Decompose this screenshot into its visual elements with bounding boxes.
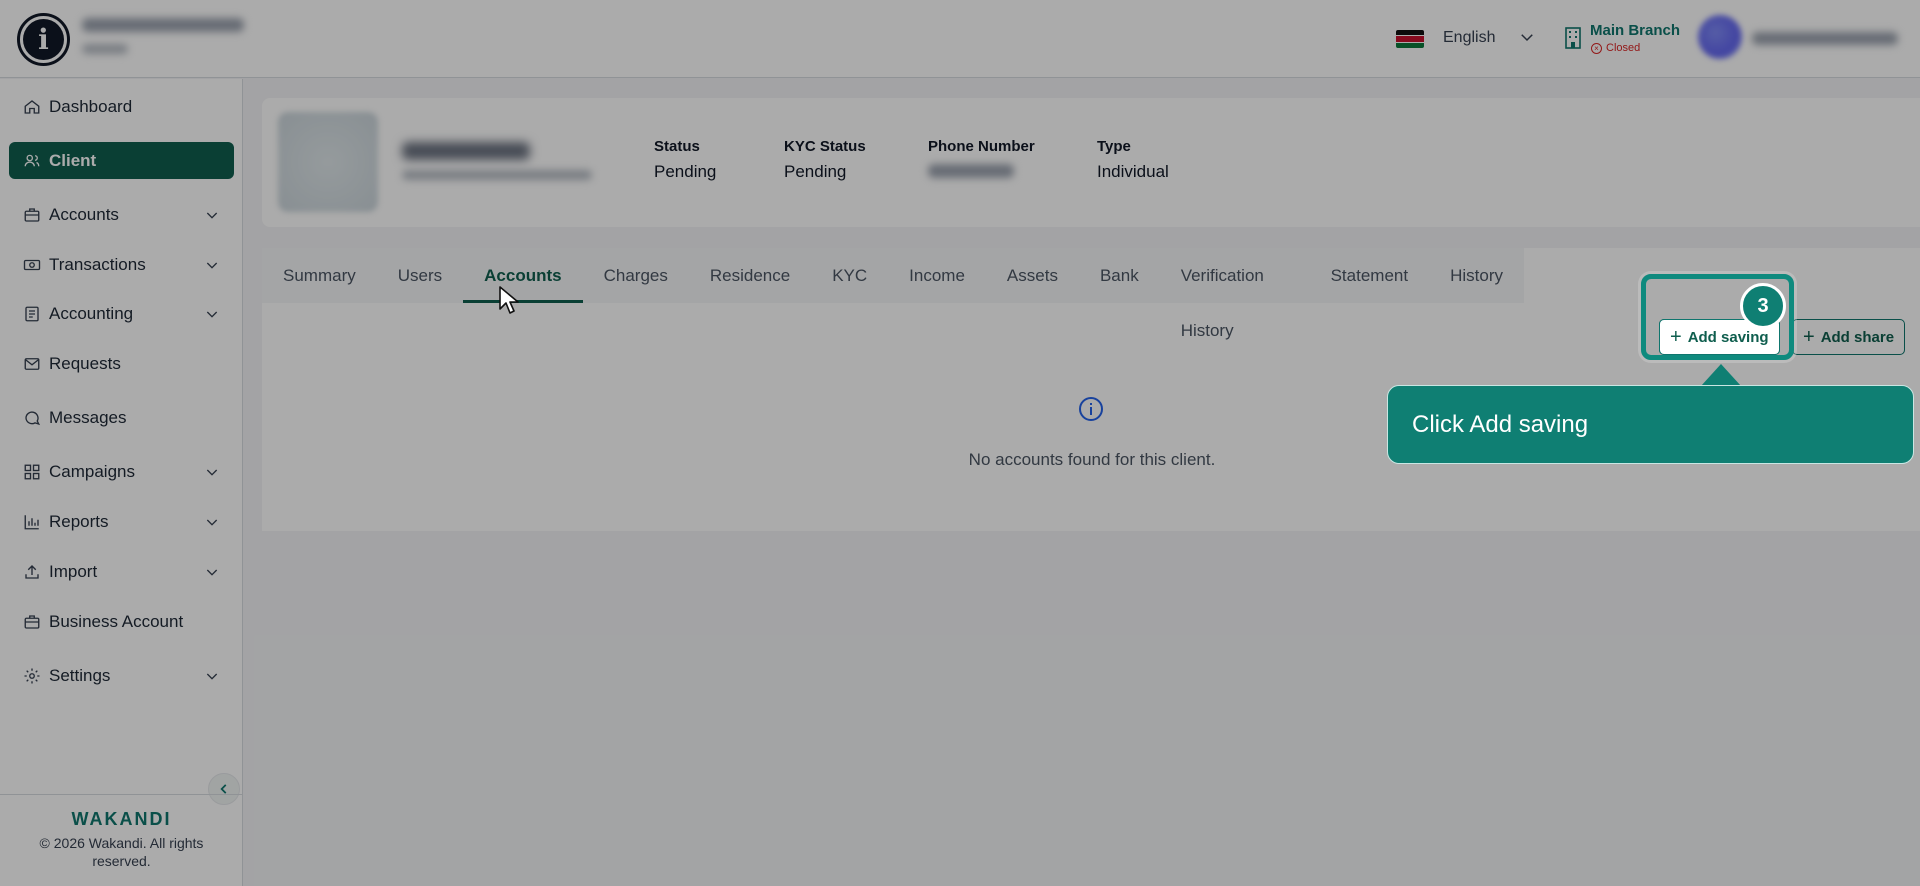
chevron-down-icon bbox=[206, 519, 218, 526]
org-name-redacted bbox=[82, 18, 244, 32]
kyc-status-label: KYC Status bbox=[784, 138, 866, 155]
bar-chart-icon bbox=[24, 514, 39, 529]
user-name-redacted bbox=[1752, 32, 1898, 45]
sidebar-item-label: Messages bbox=[49, 407, 127, 427]
mail-icon bbox=[24, 357, 40, 370]
sidebar-item-client[interactable]: Client bbox=[9, 142, 234, 179]
tour-tooltip-text: Click Add saving bbox=[1412, 410, 1589, 438]
tour-tooltip: Click Add saving bbox=[1387, 385, 1914, 464]
sidebar-item-business-account[interactable]: Business Account bbox=[9, 603, 234, 640]
client-profile-card: Status Pending KYC Status Pending Phone … bbox=[262, 98, 1920, 227]
grid-icon bbox=[24, 464, 40, 479]
tab-assets[interactable]: Assets bbox=[986, 248, 1079, 303]
tab-residence[interactable]: Residence bbox=[689, 248, 811, 303]
sidebar-item-settings[interactable]: Settings bbox=[9, 657, 234, 694]
kyc-status-value: Pending bbox=[784, 162, 847, 181]
chevron-down-icon bbox=[206, 212, 218, 219]
tab-accounts[interactable]: Accounts bbox=[463, 248, 584, 303]
org-logo[interactable]: i bbox=[17, 13, 70, 66]
phone-number-redacted bbox=[928, 164, 1014, 178]
branch-status: × Closed bbox=[1591, 42, 1640, 54]
sidebar-item-import[interactable]: Import bbox=[9, 553, 234, 590]
gear-icon bbox=[24, 668, 40, 683]
plus-icon: + bbox=[1803, 326, 1815, 348]
sidebar-footer: WAKANDI © 2026 Wakandi. All rights reser… bbox=[0, 794, 243, 886]
org-sub-redacted bbox=[82, 44, 128, 54]
sidebar-item-label: Settings bbox=[49, 665, 111, 685]
loading-spinner-icon bbox=[929, 399, 974, 431]
chevron-down-icon bbox=[206, 469, 218, 476]
building-icon bbox=[1565, 27, 1581, 49]
top-bar: i English Main Branch × Closed bbox=[0, 0, 1920, 78]
sidebar-item-label: Accounting bbox=[49, 303, 134, 323]
sidebar-item-accounting[interactable]: Accounting bbox=[9, 295, 234, 332]
tab-users[interactable]: Users bbox=[377, 248, 463, 303]
tab-summary[interactable]: Summary bbox=[262, 248, 377, 303]
cash-icon bbox=[23, 259, 41, 270]
sidebar-item-label: Reports bbox=[49, 511, 109, 531]
sidebar-item-label: Requests bbox=[49, 353, 121, 373]
add-share-label: Add share bbox=[1820, 328, 1895, 346]
client-sub-redacted bbox=[402, 170, 592, 180]
mouse-cursor-icon bbox=[499, 286, 519, 314]
sidebar-item-requests[interactable]: Requests bbox=[9, 345, 234, 382]
users-icon bbox=[24, 154, 40, 166]
sidebar-item-label: Dashboard bbox=[49, 96, 133, 116]
chevron-down-icon[interactable] bbox=[1518, 28, 1536, 46]
sidebar-item-label: Transactions bbox=[49, 254, 146, 274]
tab-charges[interactable]: Charges bbox=[583, 248, 689, 303]
brand-wordmark: WAKANDI bbox=[71, 809, 172, 829]
briefcase-icon bbox=[24, 207, 40, 222]
branch-status-label: Closed bbox=[1606, 42, 1641, 54]
sidebar-item-label: Import bbox=[49, 561, 98, 581]
tooltip-arrow bbox=[1701, 364, 1741, 386]
chat-icon bbox=[25, 410, 41, 425]
type-label: Type bbox=[1097, 138, 1131, 155]
user-avatar[interactable] bbox=[1698, 15, 1742, 59]
sidebar-item-accounts[interactable]: Accounts bbox=[9, 196, 234, 233]
sidebar-item-label: Accounts bbox=[49, 204, 119, 224]
copyright-text: © 2026 Wakandi. All rights reserved. bbox=[39, 835, 204, 869]
status-label: Status bbox=[654, 138, 700, 155]
sidebar-item-messages[interactable]: Messages bbox=[9, 399, 234, 436]
phone-number-label: Phone Number bbox=[928, 138, 1035, 155]
client-name-redacted bbox=[402, 142, 530, 160]
briefcase-icon bbox=[24, 614, 40, 629]
sidebar-item-label: Campaigns bbox=[49, 461, 135, 481]
sidebar-item-campaigns[interactable]: Campaigns bbox=[9, 453, 234, 490]
client-avatar bbox=[278, 112, 378, 212]
status-value: Pending bbox=[654, 162, 717, 181]
sidebar: Dashboard Client Accounts Transactions A… bbox=[0, 79, 243, 886]
chevron-down-icon bbox=[206, 673, 218, 680]
x-circle-icon: × bbox=[1591, 42, 1602, 54]
tab-verification-history[interactable]: Verification History bbox=[1160, 248, 1310, 340]
ledger-icon bbox=[25, 306, 39, 321]
branch-name[interactable]: Main Branch bbox=[1590, 22, 1680, 39]
tab-statement[interactable]: Statement bbox=[1310, 248, 1430, 303]
client-tabs: Summary Users Accounts Charges Residence… bbox=[262, 248, 1524, 340]
chevron-down-icon bbox=[206, 569, 218, 576]
tab-kyc[interactable]: KYC bbox=[811, 248, 888, 303]
sidebar-item-label: Business Account bbox=[49, 611, 184, 631]
sidebar-item-label: Client bbox=[49, 150, 97, 170]
sidebar-item-reports[interactable]: Reports bbox=[9, 503, 234, 540]
chevron-down-icon bbox=[206, 262, 218, 269]
tour-step-badge: 3 bbox=[1740, 283, 1786, 329]
chevron-down-icon bbox=[206, 311, 218, 318]
kenya-flag-icon bbox=[1396, 30, 1424, 48]
empty-state-message: No accounts found for this client. bbox=[968, 450, 1216, 469]
tab-bank[interactable]: Bank bbox=[1079, 248, 1160, 303]
info-icon bbox=[1079, 397, 1103, 421]
sidebar-item-dashboard[interactable]: Dashboard bbox=[9, 88, 234, 125]
add-share-button[interactable]: + Add share bbox=[1792, 319, 1906, 355]
sidebar-item-transactions[interactable]: Transactions bbox=[9, 246, 234, 283]
home-icon bbox=[24, 99, 40, 114]
upload-icon bbox=[25, 564, 39, 579]
type-value: Individual bbox=[1097, 162, 1169, 181]
tab-income[interactable]: Income bbox=[888, 248, 986, 303]
tab-history[interactable]: History bbox=[1429, 248, 1524, 303]
info-logo-icon: i bbox=[23, 19, 64, 60]
language-selector[interactable]: English bbox=[1443, 29, 1495, 47]
